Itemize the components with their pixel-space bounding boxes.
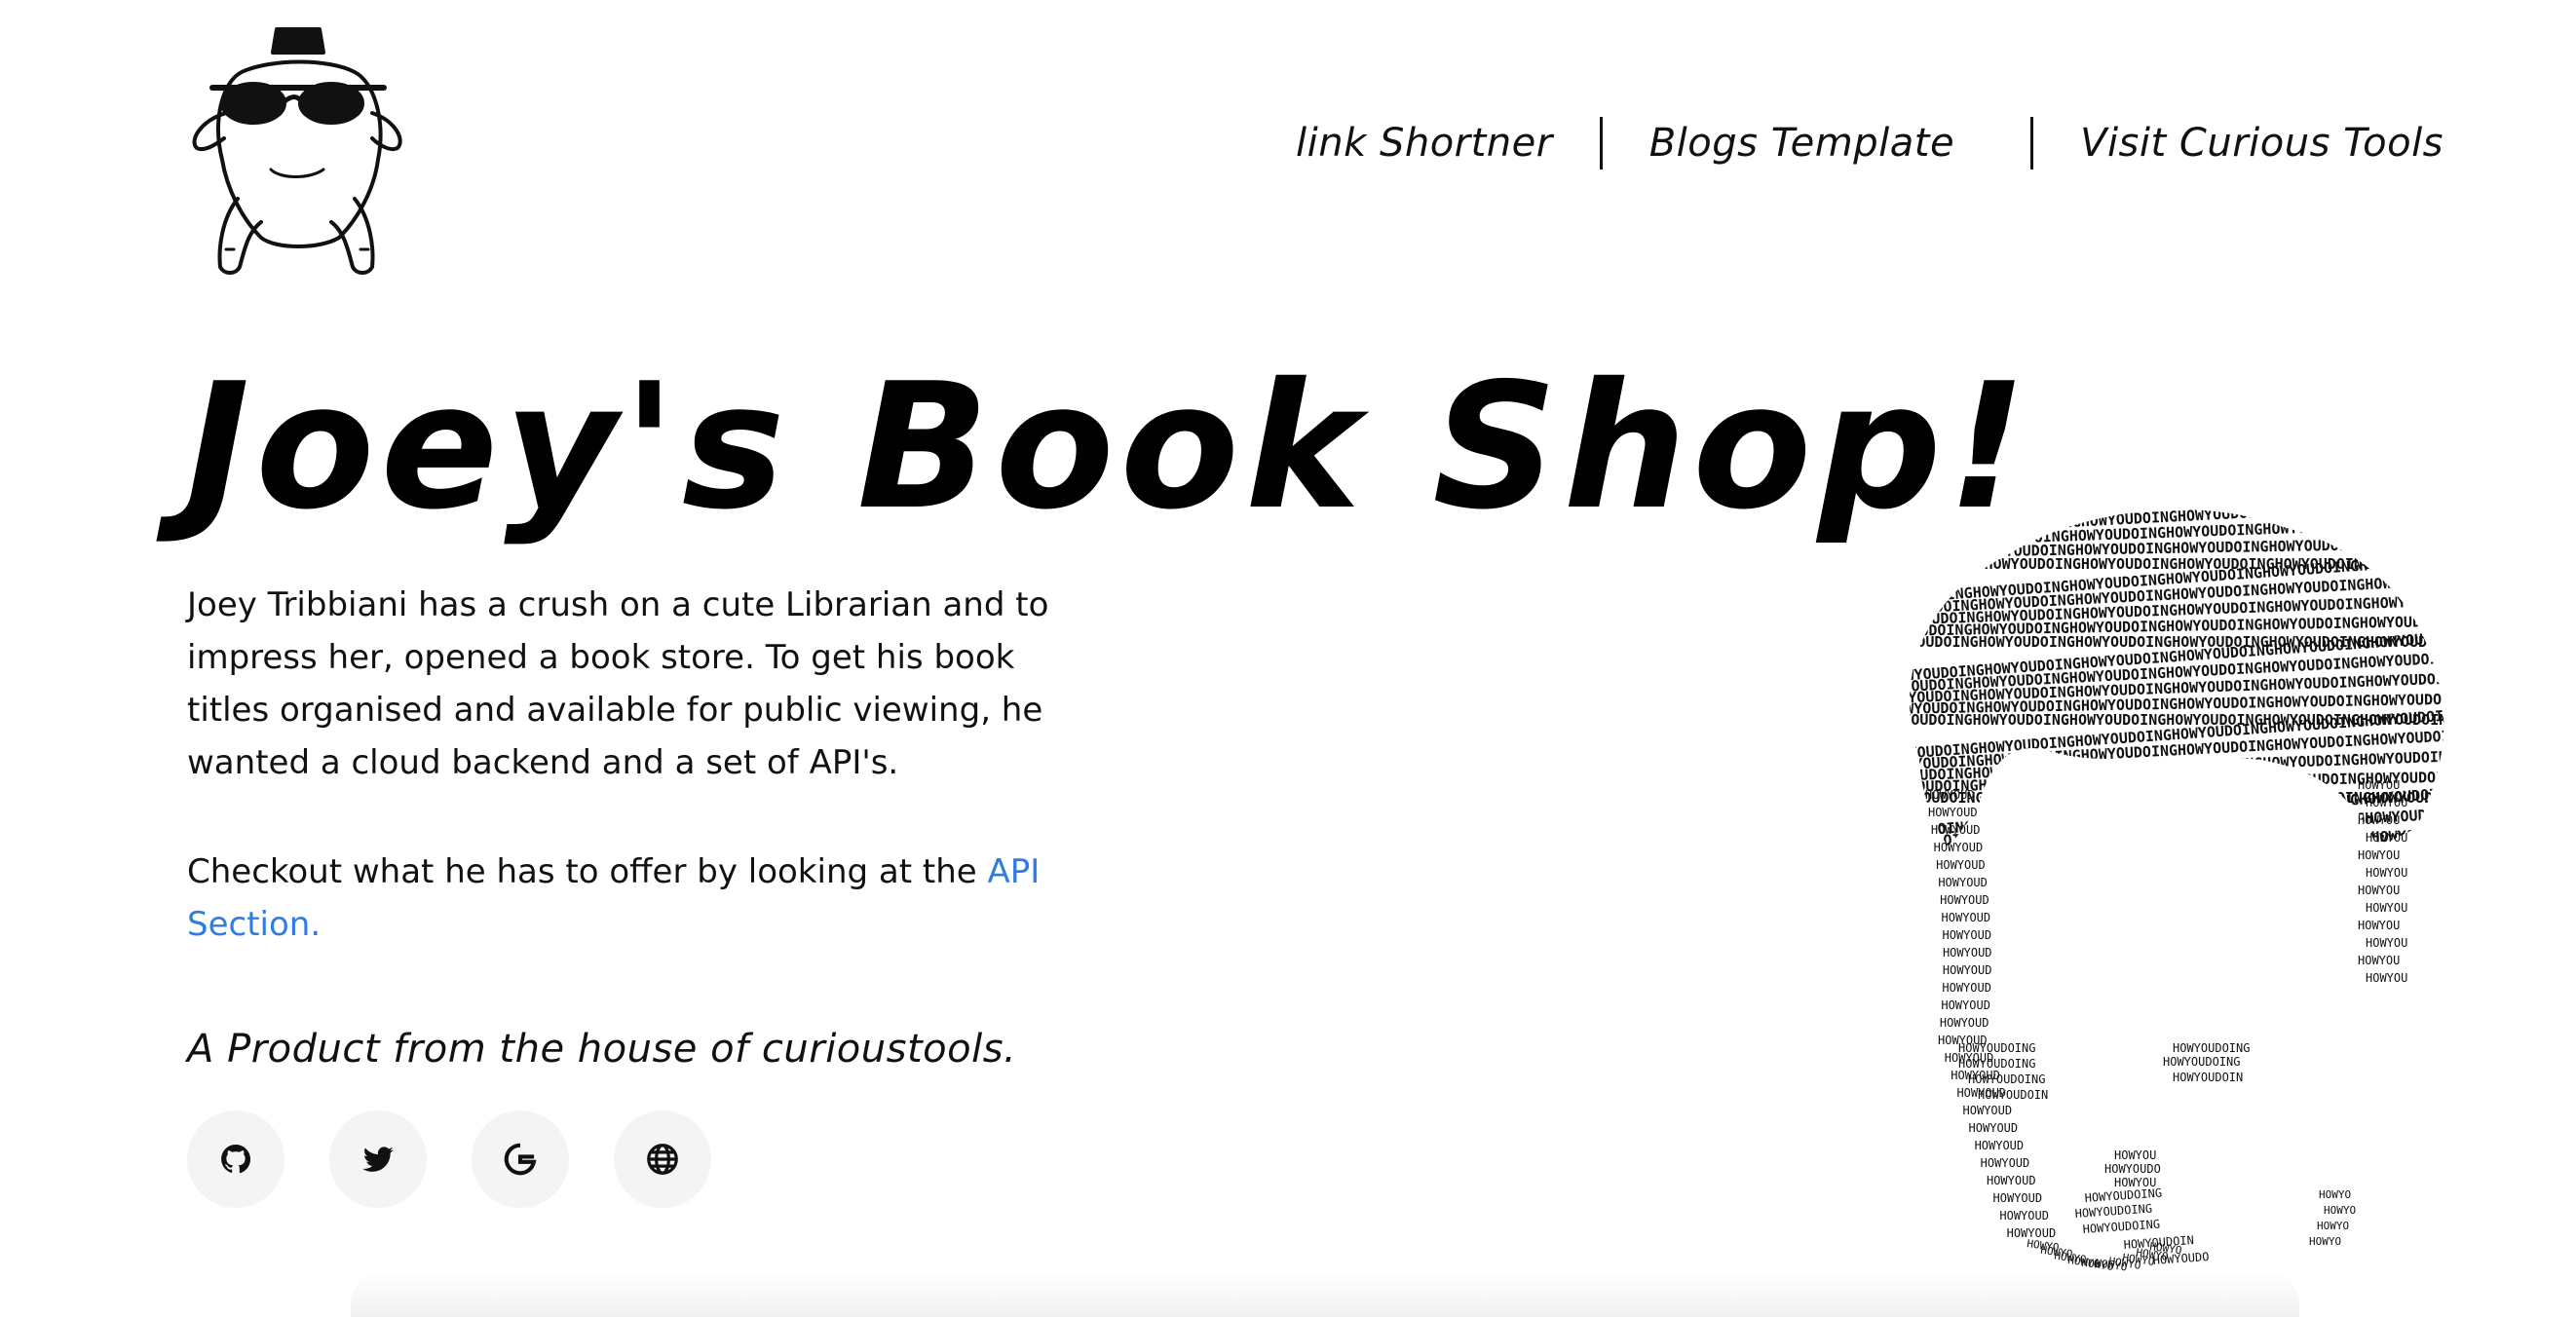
svg-text:HOWYOU: HOWYOU bbox=[2358, 778, 2400, 792]
svg-text:HOWYOUDOING: HOWYOUDOING bbox=[1958, 1057, 2035, 1071]
svg-text:HOWYO: HOWYO bbox=[2319, 1188, 2351, 1201]
svg-text:HOWYOUD: HOWYOUD bbox=[1942, 928, 1991, 942]
twitter-button[interactable] bbox=[329, 1110, 427, 1208]
svg-text:HOWYOUDO: HOWYOUDO bbox=[2152, 1250, 2210, 1267]
svg-text:HOWYOU: HOWYOU bbox=[2358, 848, 2400, 862]
svg-text:HOWYOUDOING: HOWYOUDOING bbox=[2163, 1055, 2240, 1069]
svg-text:HOWYOU: HOWYOU bbox=[2366, 796, 2407, 809]
svg-text:HOWYO: HOWYO bbox=[2324, 1204, 2356, 1217]
svg-text:HOWYOUD: HOWYOUD bbox=[1999, 1209, 2049, 1223]
top-nav: link Shortner Blogs Template Visit Curio… bbox=[1296, 117, 2443, 169]
svg-text:HOWYOUDOIN: HOWYOUDOIN bbox=[2123, 1233, 2194, 1252]
svg-text:HOWYOU: HOWYOU bbox=[2366, 971, 2407, 985]
social-links bbox=[187, 1110, 711, 1208]
svg-text:HOWYOUD: HOWYOUD bbox=[1934, 841, 1984, 854]
svg-text:HOWYO: HOWYO bbox=[2309, 1235, 2341, 1248]
svg-text:HOWYOUD: HOWYOUD bbox=[1940, 1016, 1989, 1030]
svg-text:HOWYOU: HOWYOU bbox=[2366, 831, 2407, 845]
nav-blogs-template[interactable]: Blogs Template bbox=[1649, 121, 1954, 166]
page: link Shortner Blogs Template Visit Curio… bbox=[0, 0, 2576, 1317]
twitter-icon bbox=[362, 1147, 394, 1172]
svg-text:HOWYOUDOING: HOWYOUDOING bbox=[1968, 1072, 2045, 1086]
svg-text:HOWYOUDOIN: HOWYOUDOIN bbox=[2173, 1071, 2243, 1084]
svg-text:HOWYOUD: HOWYOUD bbox=[1940, 893, 1989, 907]
svg-text:HOWYOU: HOWYOU bbox=[2358, 919, 2400, 932]
svg-text:HOWYOU: HOWYOU bbox=[2358, 884, 2400, 897]
svg-text:HOWYOUD: HOWYOUD bbox=[1925, 788, 1975, 802]
google-icon bbox=[504, 1143, 537, 1176]
svg-text:HOWYOUD: HOWYOUD bbox=[1987, 1174, 2036, 1187]
svg-text:HOWYOU: HOWYOU bbox=[2366, 866, 2407, 880]
joey-text-portrait-image: HOWYOUDOINGHOWYOUDOINGHOWYOUDOINGHOWYOUD… bbox=[1910, 509, 2443, 1273]
bottom-shadow bbox=[351, 1266, 2299, 1317]
checkout-text: Checkout what he has to offer by looking… bbox=[187, 852, 988, 891]
svg-text:HOWYOUDO: HOWYOUDO bbox=[2104, 1162, 2161, 1176]
nav-visit-curious-tools[interactable]: Visit Curious Tools bbox=[2080, 121, 2443, 166]
product-tagline: A Product from the house of curioustools… bbox=[187, 1027, 1017, 1072]
svg-text:HOWYOUD: HOWYOUD bbox=[1963, 1104, 2013, 1117]
hero-description: Joey Tribbiani has a crush on a cute Lib… bbox=[187, 585, 1049, 782]
svg-text:HOWYOUD: HOWYOUD bbox=[1943, 946, 1992, 960]
svg-text:HOWYOU: HOWYOU bbox=[2114, 1148, 2156, 1162]
turkey-logo-icon[interactable] bbox=[183, 23, 407, 279]
nav-divider bbox=[1599, 117, 1603, 169]
svg-text:HOWYOUDOING: HOWYOUDOING bbox=[2173, 1041, 2250, 1055]
github-button[interactable] bbox=[187, 1110, 284, 1208]
nav-link-shortner[interactable]: link Shortner bbox=[1296, 121, 1553, 166]
svg-text:HOWYOUD: HOWYOUD bbox=[1931, 823, 1981, 837]
svg-text:HOWYOUD: HOWYOUD bbox=[1943, 963, 1992, 977]
svg-text:HOWYOU: HOWYOU bbox=[2358, 954, 2400, 967]
svg-text:HOWYOUD: HOWYOUD bbox=[1942, 911, 1991, 924]
website-button[interactable] bbox=[614, 1110, 711, 1208]
svg-text:HOWYOUD: HOWYOUD bbox=[1975, 1139, 2025, 1152]
svg-text:HOWYOUD: HOWYOUD bbox=[1981, 1156, 2030, 1170]
svg-text:HOWYOUD: HOWYOUD bbox=[1941, 998, 1990, 1012]
svg-text:HOWYOUDOIN: HOWYOUDOIN bbox=[1978, 1088, 2048, 1102]
google-button[interactable] bbox=[472, 1110, 569, 1208]
globe-icon bbox=[647, 1144, 678, 1175]
svg-text:HOWYOU: HOWYOU bbox=[2358, 813, 2400, 827]
svg-text:HOWYOUD: HOWYOUD bbox=[1942, 981, 1991, 995]
svg-text:HOWYOUDOING: HOWYOUDOING bbox=[2082, 1217, 2160, 1236]
svg-text:HOWYOUDOING: HOWYOUDOING bbox=[1958, 1041, 2035, 1055]
svg-text:HOWYOUD: HOWYOUD bbox=[1993, 1191, 2043, 1205]
svg-text:HOWYOUD: HOWYOUD bbox=[1928, 806, 1978, 819]
nav-divider bbox=[2030, 117, 2034, 169]
svg-text:HOWYO: HOWYO bbox=[2317, 1220, 2349, 1232]
svg-text:HOWYOU: HOWYOU bbox=[2366, 936, 2407, 950]
svg-text:HOWYOUD: HOWYOUD bbox=[1936, 858, 1986, 872]
hero-checkout: Checkout what he has to offer by looking… bbox=[187, 846, 1093, 951]
page-title: Joey's Book Shop! bbox=[185, 346, 2033, 547]
svg-text:HOWYOU: HOWYOU bbox=[2366, 901, 2407, 915]
svg-text:HOWYOUD: HOWYOUD bbox=[1969, 1121, 2019, 1135]
github-icon bbox=[221, 1144, 251, 1174]
svg-text:HOWYOUD: HOWYOUD bbox=[1938, 876, 1988, 889]
